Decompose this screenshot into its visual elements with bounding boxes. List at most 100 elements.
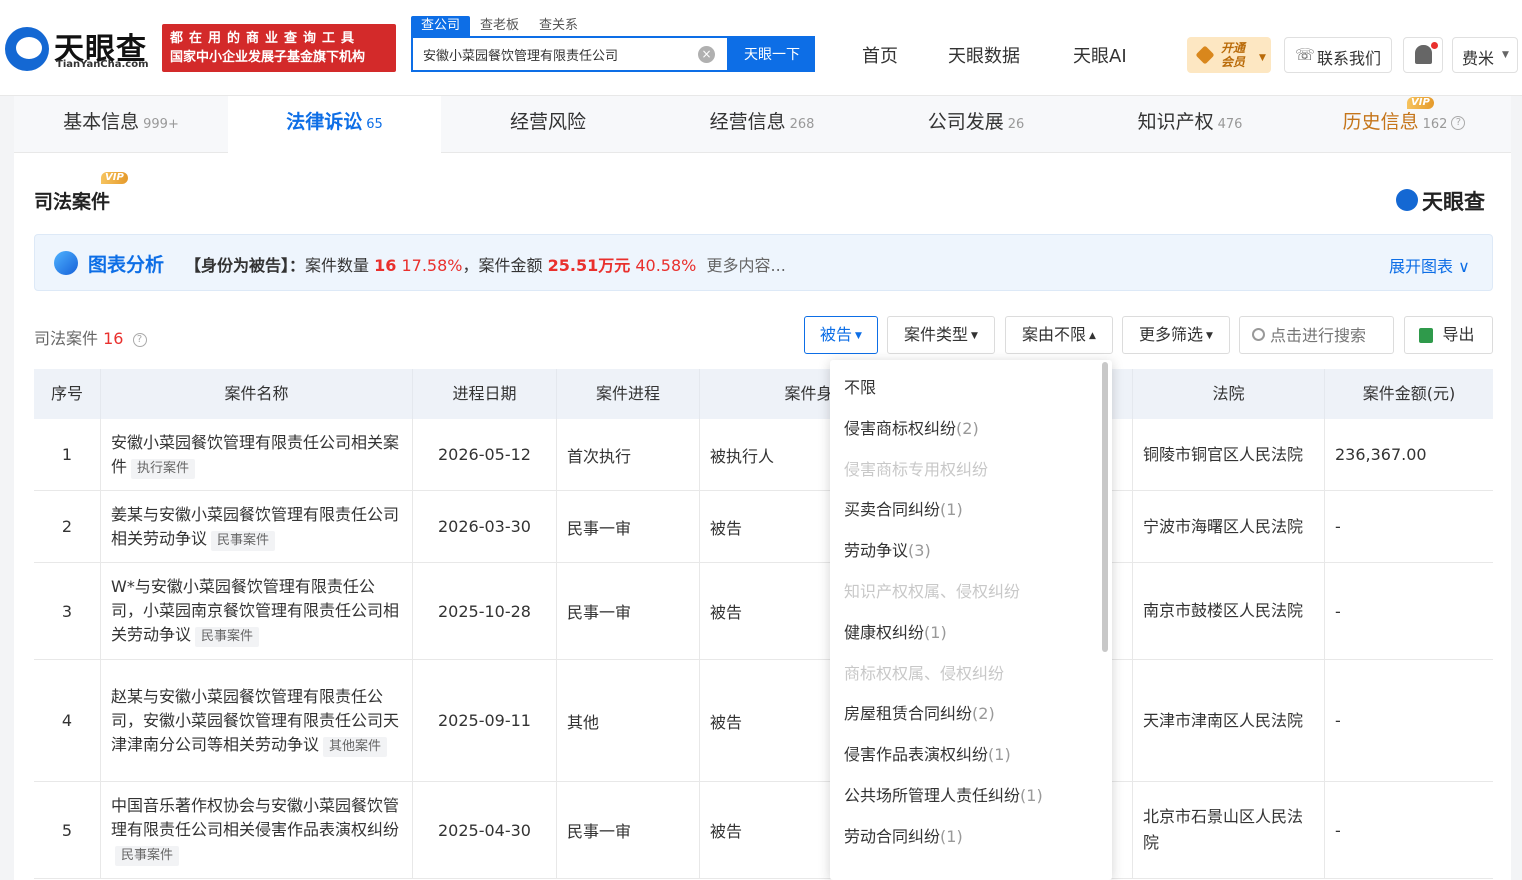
vip-line1: 开通 bbox=[1221, 41, 1246, 55]
cell-name[interactable]: 中国音乐著作权协会与安徽小菜园餐饮管理有限责任公司相关侵害作品表演权纠纷民事案件 bbox=[101, 782, 413, 878]
tab-business[interactable]: 经营信息 268 bbox=[655, 96, 869, 153]
search-box: × bbox=[411, 36, 729, 72]
case-tag: 执行案件 bbox=[131, 458, 196, 479]
dropdown-item[interactable]: 健康权纠纷(1) bbox=[844, 619, 947, 643]
section-vip-badge: VIP bbox=[101, 172, 128, 184]
cell-no: 5 bbox=[34, 782, 101, 878]
diamond-icon bbox=[1195, 45, 1215, 65]
search-input[interactable] bbox=[413, 38, 693, 70]
slogan-banner[interactable]: 都在用的商业查询工具 国家中小企业发展子基金旗下机构 bbox=[162, 24, 396, 72]
tab-risk[interactable]: 经营风险 bbox=[441, 96, 655, 153]
cell-name[interactable]: 赵某与安徽小菜园餐饮管理有限责任公司，安徽小菜园餐饮管理有限责任公司天津津南分公… bbox=[101, 660, 413, 781]
tab-history[interactable]: 历史信息 162? bbox=[1297, 96, 1511, 153]
tab-basic-info[interactable]: 基本信息 999+ bbox=[14, 96, 228, 153]
search-button[interactable]: 天眼一下 bbox=[729, 36, 815, 72]
dropdown-scrollbar[interactable] bbox=[1102, 362, 1108, 652]
dropdown-item[interactable]: 侵害作品表演权纠纷(1) bbox=[844, 741, 1011, 765]
case-name[interactable]: 中国音乐著作权协会与安徽小菜园餐饮管理有限责任公司相关侵害作品表演权纠纷 bbox=[111, 796, 399, 839]
chevron-down-icon: ∨ bbox=[1458, 257, 1470, 276]
cell-date: 2025-04-30 bbox=[413, 782, 557, 878]
chevron-down-icon: ▼ bbox=[1502, 50, 1509, 60]
section-brand: 天眼查 bbox=[1422, 190, 1485, 214]
dropdown-item[interactable]: 不限 bbox=[844, 374, 876, 398]
dropdown-item[interactable]: 买卖合同纠纷(1) bbox=[844, 496, 963, 520]
chart-analysis-icon bbox=[54, 251, 78, 275]
more-content-link[interactable]: 更多内容... bbox=[707, 256, 786, 275]
chevron-up-icon: ▲ bbox=[1089, 330, 1096, 341]
cell-name[interactable]: W*与安徽小菜园餐饮管理有限责任公司，小菜园南京餐饮管理有限责任公司相关劳动争议… bbox=[101, 563, 413, 659]
case-type-filter[interactable]: 案件类型 ▼ bbox=[887, 316, 995, 354]
nav-ai[interactable]: 天眼AI bbox=[1073, 42, 1127, 68]
case-tag: 其他案件 bbox=[323, 736, 388, 757]
role-filter-button[interactable]: 被告 ▼ bbox=[804, 316, 878, 354]
chevron-down-icon: ▼ bbox=[971, 330, 978, 341]
notification-button[interactable] bbox=[1403, 37, 1443, 73]
vip-badge: VIP bbox=[1407, 97, 1434, 109]
user-menu-button[interactable]: 费米 ▼ bbox=[1452, 37, 1518, 73]
search-tab-relation[interactable]: 查关系 bbox=[529, 16, 588, 36]
contact-button[interactable]: ☏ 联系我们 bbox=[1284, 37, 1392, 73]
col-name: 案件名称 bbox=[101, 369, 413, 419]
case-tag: 民事案件 bbox=[115, 846, 180, 866]
cell-amount: 236,367.00 bbox=[1335, 445, 1427, 464]
cell-stage: 首次执行 bbox=[557, 419, 700, 490]
help-icon[interactable]: ? bbox=[132, 332, 147, 347]
phone-icon: ☏ bbox=[1295, 45, 1316, 64]
logo-domain: TianYanCha.com bbox=[56, 59, 149, 70]
analysis-summary: 【身份为被告】：案件数量 16 17.58%，案件金额 25.51万元 40.5… bbox=[185, 256, 786, 275]
dropdown-item[interactable]: 劳动争议(3) bbox=[844, 537, 931, 561]
table-row[interactable]: 2 姜某与安徽小菜园餐饮管理有限责任公司相关劳动争议 民事案件 2026-03-3… bbox=[34, 491, 1493, 563]
dropdown-item[interactable]: 房屋租赁合同纠纷(2) bbox=[844, 700, 995, 724]
main-tabs: 基本信息 999+ 法律诉讼 65 经营风险 经营信息 268 公司发展 26 知识产权… bbox=[14, 96, 1511, 153]
col-court: 法院 bbox=[1133, 369, 1325, 419]
cell-stage: 其他 bbox=[557, 660, 700, 781]
case-search-input[interactable] bbox=[1270, 317, 1390, 353]
contact-label: 联系我们 bbox=[1317, 49, 1382, 68]
cell-no: 1 bbox=[34, 419, 101, 490]
dropdown-item[interactable]: 公共场所管理人责任纠纷(1) bbox=[844, 782, 1043, 806]
case-tag: 民事案件 bbox=[211, 530, 276, 551]
cell-amount: - bbox=[1335, 601, 1341, 621]
cell-amount: - bbox=[1335, 820, 1341, 840]
table-row[interactable]: 4 赵某与安徽小菜园餐饮管理有限责任公司，安徽小菜园餐饮管理有限责任公司天津津南… bbox=[34, 660, 1493, 782]
search-tab-company[interactable]: 查公司 bbox=[411, 16, 471, 36]
chevron-down-icon: ▼ bbox=[1259, 53, 1266, 63]
chart-analysis-bar: 图表分析 【身份为被告】：案件数量 16 17.58%，案件金额 25.51万元… bbox=[34, 234, 1493, 291]
case-search-box bbox=[1239, 316, 1394, 354]
vip-open-button[interactable]: 开通 会员 ▼ bbox=[1187, 37, 1271, 73]
tab-ip[interactable]: 知识产权 476 bbox=[1083, 96, 1297, 153]
cell-stage: 民事一审 bbox=[557, 782, 700, 878]
notification-dot bbox=[1431, 42, 1438, 49]
nav-home[interactable]: 首页 bbox=[862, 42, 898, 68]
dropdown-item[interactable]: 劳动合同纠纷(1) bbox=[844, 823, 963, 847]
cell-court: 南京市鼓楼区人民法院 bbox=[1133, 563, 1325, 659]
tab-legal[interactable]: 法律诉讼 65 bbox=[228, 96, 441, 153]
cell-name[interactable]: 安徽小菜园餐饮管理有限责任公司相关案件 执行案件 bbox=[101, 419, 413, 490]
table-row[interactable]: 5 中国音乐著作权协会与安徽小菜园餐饮管理有限责任公司相关侵害作品表演权纠纷民事… bbox=[34, 782, 1493, 879]
col-amount: 案件金额(元) bbox=[1325, 369, 1493, 419]
table-row[interactable]: 1 安徽小菜园餐饮管理有限责任公司相关案件 执行案件 2026-05-12 首次执… bbox=[34, 419, 1493, 491]
help-icon[interactable]: ? bbox=[1451, 115, 1466, 130]
col-no: 序号 bbox=[34, 369, 101, 419]
excel-export-icon bbox=[1419, 328, 1433, 343]
cell-date: 2026-05-12 bbox=[413, 419, 557, 490]
cell-stage: 民事一审 bbox=[557, 491, 700, 562]
top-header: 天眼查 TianYanCha.com 都在用的商业查询工具 国家中小企业发展子基… bbox=[0, 0, 1522, 96]
search-type-tabs: 查公司 查老板 查关系 bbox=[411, 16, 588, 36]
dropdown-item[interactable]: 侵害商标权纠纷(2) bbox=[844, 415, 979, 439]
export-button[interactable]: 导出 bbox=[1404, 316, 1493, 354]
nav-data[interactable]: 天眼数据 bbox=[948, 42, 1020, 68]
cell-name[interactable]: 姜某与安徽小菜园餐饮管理有限责任公司相关劳动争议 民事案件 bbox=[101, 491, 413, 562]
table-row[interactable]: 3 W*与安徽小菜园餐饮管理有限责任公司，小菜园南京餐饮管理有限责任公司相关劳动… bbox=[34, 563, 1493, 660]
analysis-title[interactable]: 图表分析 bbox=[88, 250, 164, 277]
more-filters-button[interactable]: 更多筛选 ▼ bbox=[1122, 316, 1230, 354]
tab-development[interactable]: 公司发展 26 bbox=[869, 96, 1083, 153]
expand-chart-button[interactable]: 展开图表 ∨ bbox=[1389, 253, 1470, 277]
col-date: 进程日期 bbox=[413, 369, 557, 419]
dropdown-item: 商标权权属、侵权纠纷 bbox=[844, 663, 1005, 683]
clear-icon[interactable]: × bbox=[698, 46, 715, 63]
cause-filter[interactable]: 案由不限 ▲ bbox=[1005, 316, 1113, 354]
search-tab-boss[interactable]: 查老板 bbox=[470, 16, 529, 36]
logo-icon[interactable] bbox=[5, 27, 49, 71]
section-title: 司法案件 bbox=[34, 191, 111, 213]
